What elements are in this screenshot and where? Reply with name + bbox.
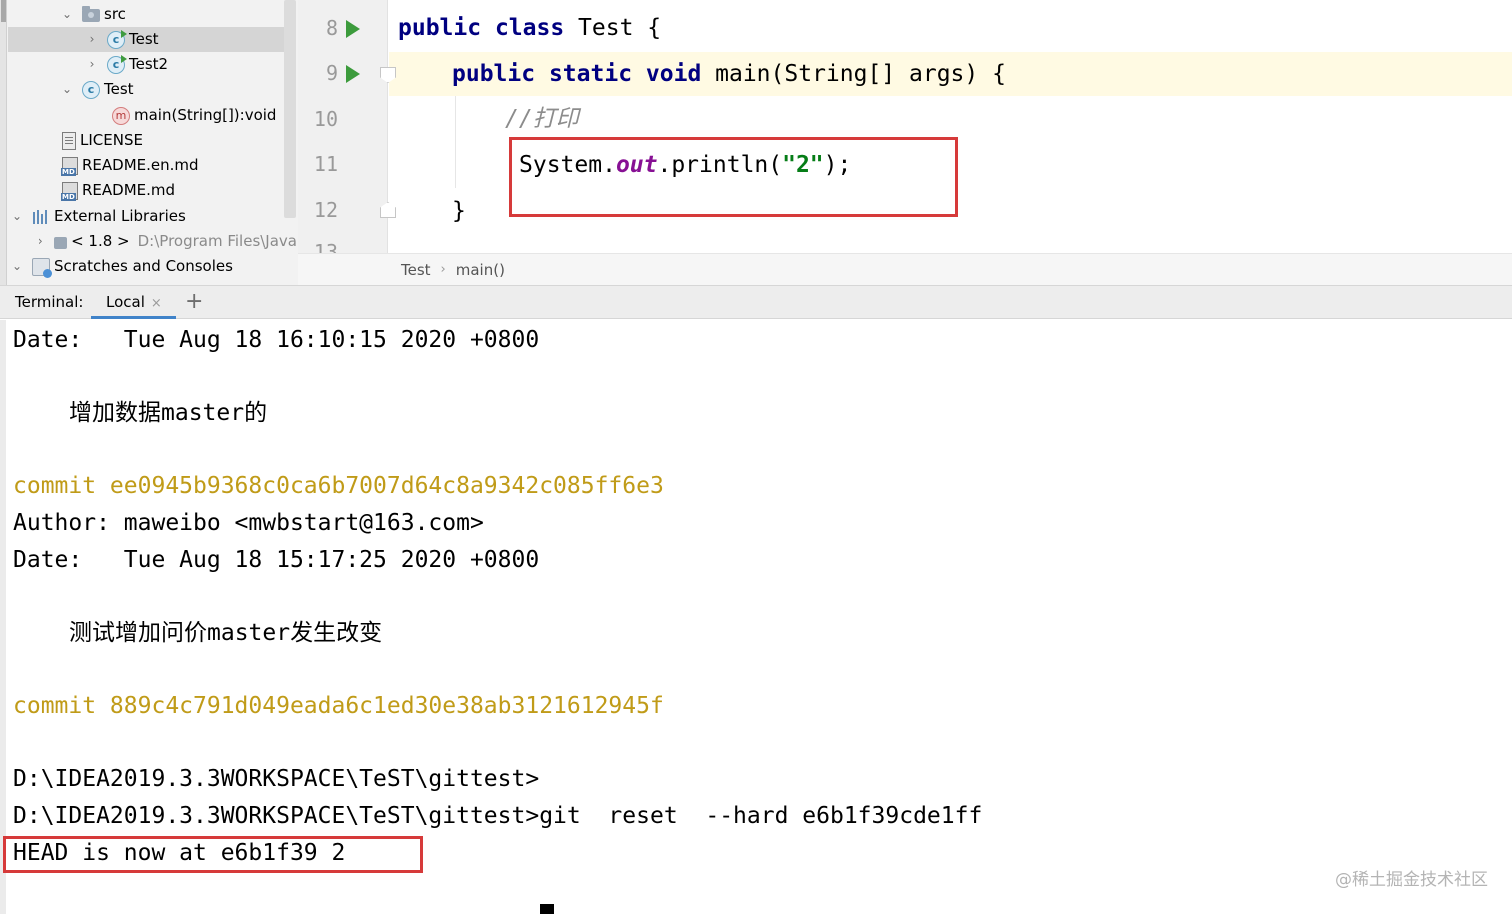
sdk-folder-icon: [53, 237, 68, 249]
tool-window-strip: [0, 0, 7, 285]
code-text: Test {: [564, 15, 662, 41]
tree-item-test-class[interactable]: › c Test: [8, 27, 284, 52]
tree-item-label: README.en.md: [82, 156, 199, 174]
keyword: public: [398, 15, 482, 41]
close-icon[interactable]: ×: [151, 296, 162, 311]
code-text: }: [452, 198, 466, 224]
keyword: void: [645, 61, 702, 87]
run-class-icon[interactable]: [346, 20, 360, 38]
line-number: 10: [313, 107, 338, 131]
folder-icon: [82, 6, 100, 22]
code-line-8: public class Test {: [398, 6, 661, 50]
markdown-file-icon: [61, 156, 78, 176]
tree-item-test-class-expanded[interactable]: ⌄ c Test: [60, 77, 284, 102]
terminal-toolbar: Terminal: Local × +: [0, 285, 1512, 319]
chevron-down-icon[interactable]: ⌄: [10, 254, 24, 279]
line-number: 9: [325, 61, 338, 85]
terminal-line: Author: maweibo <mwbstart@163.com>: [13, 510, 484, 536]
terminal-line: Date: Tue Aug 18 15:17:25 2020 +0800: [13, 547, 540, 573]
breadcrumb-item[interactable]: Test: [401, 261, 431, 279]
terminal-line-prompt: D:\IDEA2019.3.3WORKSPACE\TeST\gittest>: [13, 766, 540, 792]
tree-item-test2-class[interactable]: › c Test2: [85, 52, 284, 77]
terminal-line-commit: commit 889c4c791d049eada6c1ed30e38ab3121…: [13, 693, 664, 719]
tree-item-label: < 1.8 >: [71, 232, 130, 250]
chevron-right-icon[interactable]: ›: [35, 229, 46, 254]
keyword: class: [494, 15, 565, 41]
tree-item-license[interactable]: LICENSE: [62, 128, 284, 153]
line-number: 12: [313, 198, 338, 222]
tree-item-label: External Libraries: [54, 207, 186, 225]
terminal-line: 增加数据master的: [69, 400, 268, 426]
keyword: public: [452, 61, 536, 87]
code-text: main(String[] args) {: [701, 61, 1006, 87]
tree-item-label: src: [104, 5, 126, 23]
code-line-10: //打印: [505, 97, 579, 141]
markdown-file-icon: [61, 181, 78, 201]
terminal-title: Terminal:: [15, 293, 84, 311]
tree-item-label: Test: [104, 80, 134, 98]
tree-item-label: LICENSE: [80, 131, 143, 149]
breadcrumb-separator: ›: [440, 262, 446, 277]
tree-item-label: main(String[]):void: [134, 106, 277, 124]
tree-item-external-libraries[interactable]: ⌄ External Libraries: [10, 204, 284, 229]
tree-item-label: Test: [129, 30, 159, 48]
line-number: 8: [325, 16, 338, 40]
terminal-line: Date: Tue Aug 18 16:10:15 2020 +0800: [13, 327, 540, 353]
scratches-icon: [32, 257, 52, 278]
code-line-9: public static void main(String[] args) {: [452, 52, 1006, 96]
run-main-icon[interactable]: [346, 65, 360, 83]
indent-guide: [455, 96, 456, 188]
code-comment: //打印: [505, 106, 579, 132]
code-line-12: }: [452, 189, 466, 233]
chevron-right-icon[interactable]: ›: [85, 27, 99, 52]
tab-label: Local: [106, 293, 145, 311]
tree-item-label: Test2: [129, 55, 169, 73]
tree-item-readme[interactable]: README.md: [61, 178, 284, 203]
tree-scrollbar[interactable]: [284, 0, 296, 218]
terminal-output[interactable]: Date: Tue Aug 18 16:10:15 2020 +0800 增加数…: [0, 320, 1512, 914]
annotation-box-println: [509, 137, 958, 217]
breadcrumb: Test › main(): [298, 253, 1512, 285]
method-icon: m: [112, 106, 130, 125]
tree-item-path: D:\Program Files\Java: [137, 232, 297, 250]
chevron-right-icon[interactable]: ›: [85, 52, 99, 77]
watermark: @稀土掘金技术社区: [1335, 870, 1488, 890]
runnable-class-icon: c: [107, 29, 127, 49]
tab-local[interactable]: Local ×: [91, 286, 176, 319]
tree-item-label: Scratches and Consoles: [54, 257, 233, 275]
terminal-cursor: [540, 904, 554, 914]
line-number: 11: [313, 152, 338, 176]
tree-item-readme-en[interactable]: README.en.md: [61, 153, 284, 178]
project-tree-panel: ⌄ src › c Test › c Test2 ⌄ c Test m main…: [0, 0, 298, 285]
tree-item-jdk[interactable]: › < 1.8 > D:\Program Files\Java: [35, 229, 297, 254]
library-icon: [32, 208, 50, 226]
add-tab-icon[interactable]: +: [185, 289, 203, 314]
terminal-line-prompt: D:\IDEA2019.3.3WORKSPACE\TeST\gittest>gi…: [13, 803, 983, 829]
tree-item-label: README.md: [82, 181, 176, 199]
editor-gutter[interactable]: 8 9 10 11 12 13: [298, 0, 388, 253]
annotation-box-head: [3, 836, 423, 873]
line-number: 13: [313, 240, 338, 253]
class-icon: c: [82, 80, 100, 99]
tree-item-src[interactable]: ⌄ src: [60, 2, 284, 27]
text-file-icon: [62, 131, 76, 150]
chevron-down-icon[interactable]: ⌄: [10, 204, 24, 229]
keyword: static: [548, 61, 633, 87]
runnable-class-icon: c: [107, 54, 127, 74]
code-editor[interactable]: 8 9 10 11 12 13 public class Test { publ…: [298, 0, 1512, 285]
terminal-line: 测试增加问价master发生改变: [69, 620, 383, 646]
terminal-line-commit: commit ee0945b9368c0ca6b7007d64c8a9342c0…: [13, 473, 664, 499]
breadcrumb-item[interactable]: main(): [456, 261, 505, 279]
strip-thumb[interactable]: [1, 0, 6, 22]
tree-item-scratches[interactable]: ⌄ Scratches and Consoles: [10, 254, 284, 279]
chevron-down-icon[interactable]: ⌄: [60, 77, 74, 102]
tree-item-main-method[interactable]: m main(String[]):void: [112, 103, 284, 128]
chevron-down-icon[interactable]: ⌄: [60, 2, 74, 27]
